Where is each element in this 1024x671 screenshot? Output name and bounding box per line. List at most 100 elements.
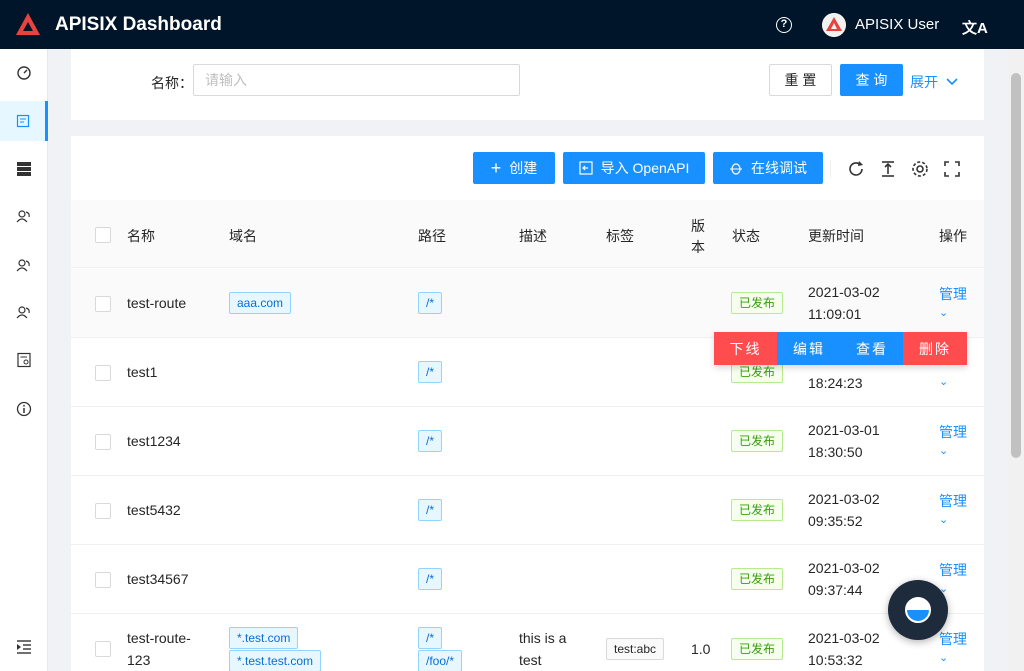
updated-date: 2021-03-02 <box>808 284 880 300</box>
select-all-checkbox[interactable] <box>95 227 111 243</box>
create-button[interactable]: + 创建 <box>473 152 555 184</box>
fullscreen-icon[interactable] <box>943 160 961 178</box>
top-navbar: APISIX Dashboard ? APISIX User 文A <box>0 0 1024 49</box>
host-tag: *.test.com <box>229 627 299 649</box>
import-label: 导入 OpenAPI <box>600 160 690 176</box>
online-debug-button[interactable]: 在线调试 <box>713 152 823 184</box>
table-row: test34567 /* 已发布 2021-03-02 09:37:44 管理 … <box>71 545 984 614</box>
avatar[interactable] <box>822 13 846 37</box>
label-tag: test:abc <box>606 638 665 660</box>
users-icon <box>16 210 30 223</box>
sidebar-item-consumers[interactable] <box>0 245 48 285</box>
status-badge: 已发布 <box>731 499 784 521</box>
create-label: 创建 <box>509 160 538 176</box>
chevron-down-icon[interactable]: ⌄ <box>939 306 948 319</box>
row-checkbox[interactable] <box>95 641 111 657</box>
route-name-line2: 123 <box>127 652 151 668</box>
chevron-down-icon[interactable]: ⌄ <box>939 375 948 388</box>
header-version-line1: 版 <box>691 218 705 234</box>
language-icon[interactable]: 文A <box>962 17 988 38</box>
floating-help-button[interactable] <box>888 580 948 640</box>
offline-button[interactable]: 下线 <box>714 332 777 365</box>
row-checkbox[interactable] <box>95 365 111 381</box>
updated-date: 2021-03-02 <box>808 630 880 646</box>
row-checkbox[interactable] <box>95 296 111 312</box>
dashboard-icon <box>17 66 31 80</box>
action-dropdown-menu: 下线 编辑 查看 删除 <box>714 332 967 365</box>
row-checkbox[interactable] <box>95 503 111 519</box>
scrollbar-thumb[interactable] <box>1011 73 1021 458</box>
route-name: test1 <box>127 364 158 380</box>
sidebar-item-plugins[interactable] <box>0 292 48 332</box>
path-tag: /* <box>418 499 443 521</box>
expand-filter-link[interactable]: 展开 <box>910 72 958 92</box>
header-version-line2: 本 <box>691 239 705 255</box>
manage-link[interactable]: 管理 <box>939 491 967 511</box>
header-name[interactable]: 名称 <box>127 226 155 246</box>
certificate-icon <box>17 352 31 368</box>
column-height-icon[interactable] <box>879 160 897 178</box>
query-button[interactable]: 查 询 <box>840 64 903 96</box>
description-line1: this is a <box>519 630 567 646</box>
path-tag: /* <box>418 292 443 314</box>
user-group-icon <box>16 259 30 272</box>
routes-icon <box>16 114 29 128</box>
sidebar <box>0 49 48 671</box>
sidebar-item-ssl[interactable] <box>0 340 48 380</box>
chevron-down-icon[interactable]: ⌄ <box>939 444 948 457</box>
name-label: 名称： <box>151 75 193 91</box>
version-value: 1.0 <box>691 641 711 657</box>
manage-link[interactable]: 管理 <box>939 560 967 580</box>
water-ball-icon <box>905 597 931 623</box>
table-row: test5432 /* 已发布 2021-03-02 09:35:52 管理 ⌄ <box>71 476 984 545</box>
description-line2: test <box>519 652 542 668</box>
status-badge: 已发布 <box>731 292 784 314</box>
header-updated: 更新时间 <box>808 228 864 244</box>
table-row: test-route aaa.com /* 已发布 2021-03-02 11:… <box>71 269 984 338</box>
sidebar-item-services[interactable] <box>0 196 48 236</box>
chevron-down-icon[interactable]: ⌄ <box>939 651 948 664</box>
route-table-card: + 创建 导入 OpenAPI 在线调试 名称 域名 路径 描述 标签 版 本 … <box>71 136 984 671</box>
menu-fold-icon[interactable] <box>16 640 32 654</box>
route-name-line1: test-route- <box>127 630 191 646</box>
setting-icon[interactable] <box>911 160 929 178</box>
updated-date: 2021-03-02 <box>808 491 880 507</box>
route-name: test34567 <box>127 571 189 587</box>
search-form: 名称： 重 置 查 询 展开 <box>71 49 984 120</box>
header-status: 状态 <box>732 228 760 244</box>
row-checkbox[interactable] <box>95 572 111 588</box>
view-button[interactable]: 查看 <box>841 332 903 365</box>
route-name: test-route <box>127 295 187 311</box>
help-icon[interactable]: ? <box>776 17 792 33</box>
path-tag: /* <box>418 627 443 649</box>
import-openapi-button[interactable]: 导入 OpenAPI <box>563 152 705 184</box>
app-title: APISIX Dashboard <box>55 14 222 35</box>
updated-time: 18:30:50 <box>808 444 863 460</box>
toolbar-divider <box>830 160 831 178</box>
manage-link[interactable]: 管理 <box>939 629 967 649</box>
name-search-input[interactable] <box>193 64 520 96</box>
sidebar-item-upstream[interactable] <box>0 149 48 189</box>
row-checkbox[interactable] <box>95 434 111 450</box>
path-tag: /* <box>418 361 443 383</box>
manage-link[interactable]: 管理 <box>939 422 967 442</box>
bug-icon <box>730 163 742 175</box>
sidebar-item-routes[interactable] <box>0 101 48 141</box>
chevron-down-icon[interactable]: ⌄ <box>939 513 948 526</box>
updated-time: 11:09:01 <box>808 306 862 322</box>
import-icon <box>579 161 593 175</box>
table-header: 名称 域名 路径 描述 标签 版 本 状态 更新时间 操作 <box>71 200 984 268</box>
manage-link[interactable]: 管理 <box>939 284 967 304</box>
reload-icon[interactable] <box>847 160 865 178</box>
delete-button[interactable]: 删除 <box>903 332 967 365</box>
edit-button[interactable]: 编辑 <box>777 332 841 365</box>
reset-button[interactable]: 重 置 <box>769 64 832 96</box>
sidebar-item-settings[interactable] <box>0 389 48 429</box>
header-path: 路径 <box>418 228 446 244</box>
chevron-down-icon <box>946 78 958 86</box>
sidebar-item-dashboard[interactable] <box>0 52 48 92</box>
header-actions: 操作 <box>939 228 967 244</box>
debug-label: 在线调试 <box>751 160 807 176</box>
user-name[interactable]: APISIX User <box>855 16 939 33</box>
updated-date: 2021-03-02 <box>808 560 880 576</box>
